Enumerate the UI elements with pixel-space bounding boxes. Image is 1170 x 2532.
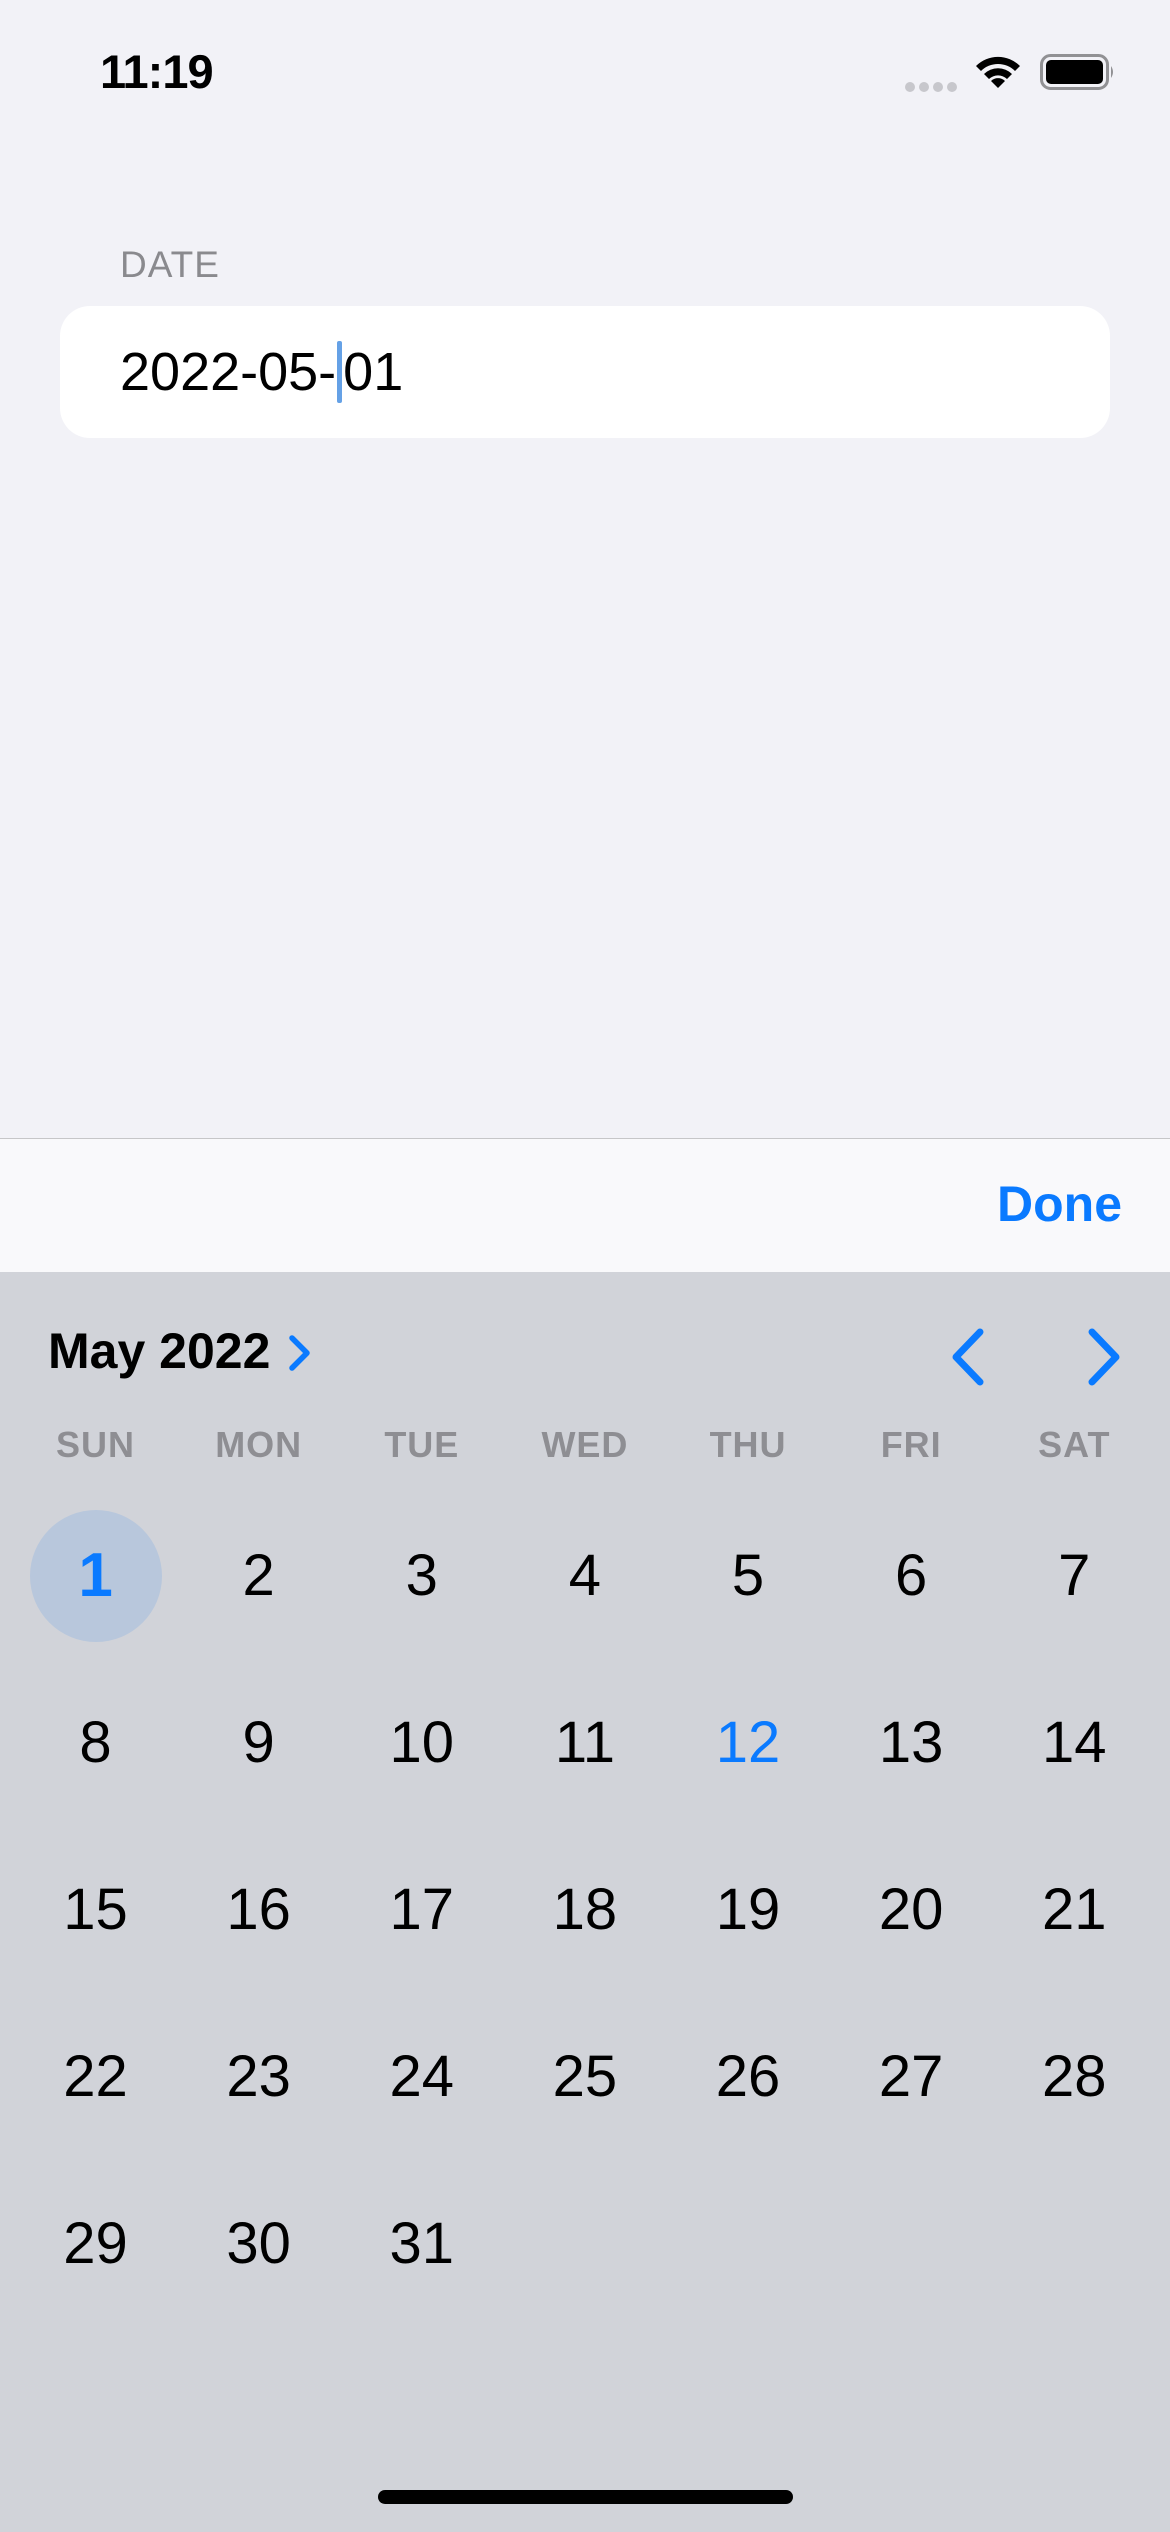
weekday-label: MON xyxy=(215,1424,303,1465)
calendar-day[interactable]: 2 xyxy=(177,1492,340,1659)
calendar-day[interactable]: 30 xyxy=(177,2160,340,2327)
day-number: 17 xyxy=(389,1877,455,1942)
calendar-day[interactable]: 29 xyxy=(14,2160,177,2327)
calendar-day[interactable]: 7 xyxy=(993,1492,1156,1659)
chevron-right-icon xyxy=(289,1335,311,1371)
calendar-day-today[interactable]: 12 xyxy=(667,1659,830,1826)
day-number: 11 xyxy=(554,1710,616,1775)
month-year-selector[interactable]: May 2022 xyxy=(48,1322,312,1380)
calendar-day[interactable]: 18 xyxy=(503,1826,666,1993)
calendar-day[interactable]: 20 xyxy=(830,1826,993,1993)
calendar-day[interactable]: 21 xyxy=(993,1826,1156,1993)
day-number: 21 xyxy=(1042,1877,1107,1942)
day-number: 8 xyxy=(79,1710,112,1775)
weekday-label: THU xyxy=(709,1424,787,1465)
status-bar: 11:19 xyxy=(0,0,1170,140)
day-number: 3 xyxy=(405,1543,438,1608)
day-number: 23 xyxy=(226,2044,291,2109)
weekday-header: SUN MON TUE WED THU FRI SAT xyxy=(14,1424,1156,1466)
calendar-day[interactable]: 23 xyxy=(177,1993,340,2160)
calendar-grid: 1 2 3 4 5 6 7 8 9 10 11 12 13 14 15 16 17 18 19 20 21 22 23 24 2… xyxy=(14,1492,1156,2327)
calendar-day[interactable]: 27 xyxy=(830,1993,993,2160)
calendar-day[interactable]: 24 xyxy=(340,1993,503,2160)
done-button[interactable]: Done xyxy=(997,1175,1122,1233)
weekday-label: SAT xyxy=(1038,1424,1111,1465)
weekday-label: WED xyxy=(541,1424,629,1465)
calendar-day[interactable]: 3 xyxy=(340,1492,503,1659)
calendar-day[interactable]: 4 xyxy=(503,1492,666,1659)
date-input-field[interactable]: 2022-05- 01 xyxy=(60,306,1110,438)
month-label: May 2022 xyxy=(48,1323,271,1379)
calendar-day[interactable]: 19 xyxy=(667,1826,830,1993)
calendar-day[interactable]: 26 xyxy=(667,1993,830,2160)
day-number: 13 xyxy=(878,1710,944,1775)
day-number: 5 xyxy=(731,1543,765,1608)
day-number: 24 xyxy=(389,2044,455,2109)
date-picker: May 2022 SUN MON TUE WED THU FRI SAT 123456789… xyxy=(0,1272,1170,2532)
day-number: 22 xyxy=(63,2044,128,2109)
calendar-day-selected[interactable]: 1 xyxy=(14,1492,177,1659)
previous-month-button[interactable] xyxy=(944,1326,992,1388)
day-number: 26 xyxy=(715,2044,781,2109)
wifi-icon xyxy=(976,56,1020,88)
day-number: 20 xyxy=(878,1877,944,1942)
calendar-day[interactable]: 28 xyxy=(993,1993,1156,2160)
day-number: 12 xyxy=(715,1710,781,1775)
weekday-label: FRI xyxy=(880,1424,942,1465)
day-number: 29 xyxy=(63,2211,128,2276)
empty-day-cell xyxy=(830,2160,993,2327)
next-month-button[interactable] xyxy=(1080,1326,1128,1388)
calendar-day[interactable]: 17 xyxy=(340,1826,503,1993)
date-value-after-cursor: 01 xyxy=(343,342,404,402)
calendar-day[interactable]: 5 xyxy=(667,1492,830,1659)
day-number: 15 xyxy=(63,1877,128,1942)
day-number: 1 xyxy=(78,1541,113,1610)
calendar-day[interactable]: 10 xyxy=(340,1659,503,1826)
calendar-day[interactable]: 13 xyxy=(830,1659,993,1826)
calendar-day[interactable]: 11 xyxy=(503,1659,666,1826)
section-label-date: DATE xyxy=(120,244,220,285)
empty-day-cell xyxy=(503,2160,666,2327)
empty-day-cell xyxy=(667,2160,830,2327)
weekday-label: SUN xyxy=(56,1424,136,1465)
calendar-day[interactable]: 16 xyxy=(177,1826,340,1993)
day-number: 25 xyxy=(552,2044,618,2109)
calendar-day[interactable]: 14 xyxy=(993,1659,1156,1826)
signal-icon xyxy=(905,82,959,92)
day-number: 31 xyxy=(389,2211,455,2276)
day-number: 6 xyxy=(895,1543,928,1608)
calendar-day[interactable]: 6 xyxy=(830,1492,993,1659)
day-number: 9 xyxy=(242,1710,275,1775)
date-value-before-cursor: 2022-05- xyxy=(120,342,337,402)
empty-day-cell xyxy=(993,2160,1156,2327)
battery-icon xyxy=(1040,54,1113,90)
calendar-day[interactable]: 25 xyxy=(503,1993,666,2160)
day-number: 16 xyxy=(226,1877,291,1942)
home-indicator xyxy=(378,2490,793,2504)
day-number: 14 xyxy=(1042,1710,1107,1775)
day-number: 18 xyxy=(552,1877,618,1942)
day-number: 28 xyxy=(1042,2044,1107,2109)
day-number: 10 xyxy=(389,1710,455,1775)
day-number: 19 xyxy=(715,1877,781,1942)
calendar-day[interactable]: 31 xyxy=(340,2160,503,2327)
calendar-day[interactable]: 15 xyxy=(14,1826,177,1993)
weekday-label: TUE xyxy=(384,1424,460,1465)
day-number: 30 xyxy=(226,2211,291,2276)
day-number: 27 xyxy=(878,2044,944,2109)
keyboard-toolbar: Done xyxy=(0,1138,1170,1272)
status-time: 11:19 xyxy=(100,45,214,98)
calendar-day[interactable]: 9 xyxy=(177,1659,340,1826)
calendar-day[interactable]: 8 xyxy=(14,1659,177,1826)
text-cursor xyxy=(337,341,343,403)
calendar-day[interactable]: 22 xyxy=(14,1993,177,2160)
day-number: 7 xyxy=(1058,1543,1091,1608)
day-number: 4 xyxy=(568,1543,602,1608)
day-number: 2 xyxy=(242,1543,275,1608)
